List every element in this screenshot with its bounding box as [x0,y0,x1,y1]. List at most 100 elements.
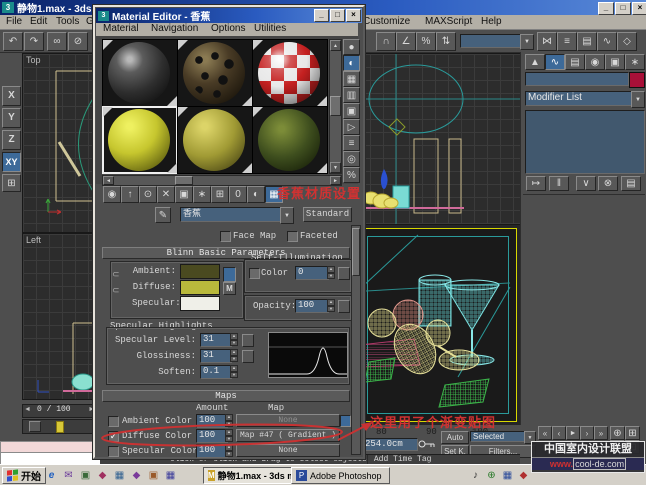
specular-level-map-button[interactable] [242,334,254,347]
backlight-button[interactable]: ◐ [343,55,360,71]
pin-stack-button[interactable]: ↦ [526,176,546,191]
track-bar[interactable] [22,419,97,434]
sample-type-button[interactable]: ● [343,39,360,55]
get-material-button[interactable]: ◉ [103,186,121,203]
put-material-to-scene-button[interactable]: ↑ [121,186,139,203]
quicklaunch-desktop-icon[interactable]: ▣ [78,468,93,483]
soften-field[interactable]: 0.1 [200,365,232,379]
opacity-map-button[interactable] [338,300,350,313]
percent-snap-button[interactable]: % [416,32,436,51]
axis-z-button[interactable]: Z [2,130,21,150]
glossiness-spinner[interactable]: ▲▼ [230,349,238,362]
snap-flyout-button[interactable]: ⊞ [2,174,21,192]
layer-manager-button[interactable]: ▤ [577,32,597,51]
menu-tools[interactable]: Tools [56,16,79,27]
ambient-amount-field[interactable]: 100 [196,414,228,428]
maps-rollout-header[interactable]: Maps [102,390,350,402]
object-name-field[interactable] [525,72,629,86]
modifier-list-dropdown[interactable]: Modifier List [525,91,635,106]
diffuse-amount-field[interactable]: 100 [196,429,228,443]
diffuse-map-slot-button[interactable]: Map #47 ( Gradient ) [236,429,340,442]
unlink-selection-button[interactable]: ⊘ [68,32,88,51]
viewport-left-view[interactable]: Left [22,233,97,400]
named-selection-set-input[interactable] [460,34,524,48]
menu-edit[interactable]: Edit [30,16,47,27]
angle-snap-button[interactable]: ∠ [396,32,416,51]
quicklaunch-ie-icon[interactable]: e [44,468,59,483]
modifier-list-arrow[interactable]: ▼ [631,91,645,108]
ambient-color-swatch[interactable] [180,264,220,279]
ambient-map-slot-button[interactable]: None [236,414,340,427]
go-to-end-button[interactable]: » [594,426,608,440]
lock-ambient-diffuse-clamp[interactable]: ⊂ [112,269,120,280]
named-selection-dropdown-arrow[interactable]: ▼ [520,34,534,50]
diffuse-amount-spinner[interactable]: ▲▼ [225,429,233,442]
sample-slot-2[interactable] [177,39,253,107]
time-slider-left-arrow[interactable]: ◄ [24,406,31,413]
put-to-library-button[interactable]: ⊞ [211,186,229,203]
diffuse-color-swatch[interactable] [180,280,220,295]
specular-amount-spinner[interactable]: ▲▼ [225,444,233,457]
me-menu-options[interactable]: Options [211,23,245,34]
me-menu-material[interactable]: Material [103,23,139,34]
tab-motion[interactable]: ◉ [585,54,605,70]
sample-hscroll-thumb[interactable] [175,176,193,185]
sample-slot-6[interactable] [252,106,328,174]
mirror-button[interactable]: ⋈ [537,32,557,51]
viewport-camera[interactable] [356,225,520,425]
material-editor-titlebar[interactable]: 3 Material Editor - 香蕉 _ □ × [96,8,362,23]
minimize-button[interactable]: _ [598,2,614,15]
sample-vertical-scrollbar[interactable]: ▲ ▼ [329,39,342,174]
select-and-link-button[interactable]: ∞ [47,32,67,51]
remove-modifier-button[interactable]: ⊗ [598,176,618,191]
restore-button[interactable]: □ [615,2,631,15]
sample-slot-4-selected[interactable] [102,106,178,174]
make-material-copy-button[interactable]: ▣ [175,186,193,203]
me-maximize-button[interactable]: □ [330,9,345,22]
quicklaunch-app8-icon[interactable]: ▦ [163,468,178,483]
configure-modifier-sets-button[interactable]: ▤ [621,176,641,191]
quicklaunch-app5-icon[interactable]: ▦ [112,468,127,483]
previous-frame-button[interactable]: ‹ [552,426,566,440]
specular-map-slot-button[interactable]: None [236,444,340,457]
tab-modify[interactable]: ∿ [545,54,565,70]
ambient-diffuse-lock-button[interactable] [223,267,236,282]
material-editor-window[interactable]: 3 Material Editor - 香蕉 _ □ × Material Na… [93,5,365,459]
me-menu-navigation[interactable]: Navigation [151,23,198,34]
sample-scroll-thumb[interactable] [330,96,341,116]
tab-display[interactable]: ▣ [605,54,625,70]
me-minimize-button[interactable]: _ [314,9,329,22]
material-effects-channel-button[interactable]: 0 [229,186,247,203]
play-button[interactable]: ► [566,426,580,440]
specular-color-swatch[interactable] [180,296,220,311]
specular-map-checkbox[interactable] [108,446,119,457]
key-filter-dropdown[interactable]: Selected [470,431,528,442]
make-unique-button[interactable]: ∨ [576,176,596,191]
rollout-scrollbar[interactable] [351,225,361,455]
specular-level-field[interactable]: 31 [200,333,232,347]
lock-diffuse-specular-clamp[interactable]: ⊂ [112,285,120,296]
taskbar-3dsmax-button[interactable]: M 静物1.max - 3ds m... [203,467,295,484]
tray-app2-icon[interactable]: ◆ [516,468,531,483]
key-mode-icon[interactable] [418,439,436,449]
face-map-checkbox[interactable] [220,231,231,242]
self-illum-spinner[interactable]: ▲▼ [327,266,335,279]
viewport-top-left[interactable]: Top [22,53,97,233]
self-illum-map-button[interactable] [338,267,350,280]
opacity-value-field[interactable]: 100 [295,299,329,313]
sample-uv-tiling-button[interactable]: ▥ [343,87,360,103]
coordinate-z-field[interactable]: 254.0cm [362,438,418,451]
select-by-material-button[interactable]: ◎ [343,151,360,167]
axis-y-button[interactable]: Y [2,108,21,128]
axis-xy-button[interactable]: XY [2,152,21,172]
sample-scroll-up[interactable]: ▲ [330,40,341,51]
sample-slot-1[interactable] [102,39,178,107]
soften-spinner[interactable]: ▲▼ [230,365,238,378]
sample-scroll-left[interactable]: ◄ [103,176,114,185]
start-button[interactable]: 开始 [2,467,46,484]
tab-utilities[interactable]: ∗ [625,54,645,70]
material-type-button[interactable]: Standard [303,207,352,222]
pick-material-eyedropper[interactable]: ✎ [155,207,171,223]
taskbar-photoshop-button[interactable]: P Adobe Photoshop [291,467,390,484]
material-name-arrow[interactable]: ▼ [280,207,294,224]
